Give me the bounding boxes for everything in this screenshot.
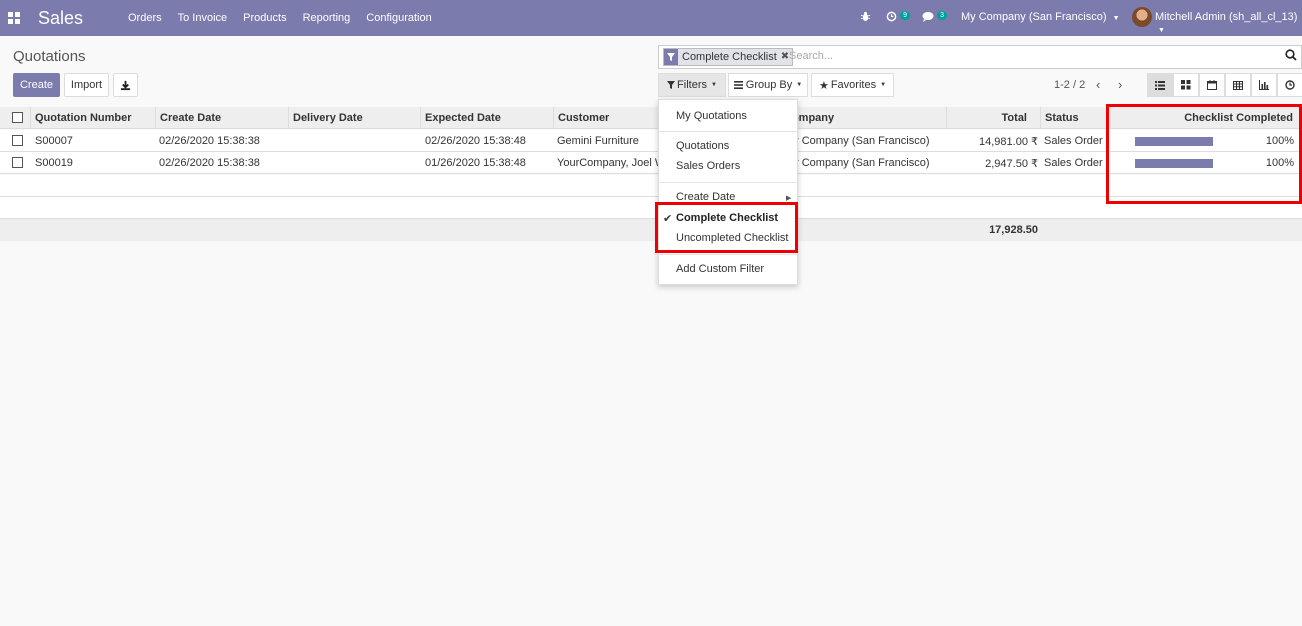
groupby-dropdown-toggle[interactable]: Group By ▼ bbox=[728, 73, 808, 97]
search-box: Complete Checklist ✖ Search... bbox=[658, 45, 1302, 69]
col-total[interactable]: Total bbox=[1002, 112, 1027, 124]
list-view-button[interactable] bbox=[1147, 73, 1173, 97]
cell-expected-date: 02/26/2020 15:38:48 bbox=[425, 135, 526, 147]
filters-label: Filters bbox=[677, 79, 707, 91]
col-expected-date[interactable]: Expected Date bbox=[425, 112, 501, 124]
cell-status: Sales Order bbox=[1044, 157, 1103, 169]
top-navbar: Sales Orders To Invoice Products Reporti… bbox=[0, 0, 1302, 36]
chat-icon bbox=[922, 12, 934, 22]
table-icon bbox=[1233, 80, 1243, 90]
col-create-date[interactable]: Create Date bbox=[160, 112, 221, 124]
caret-down-icon: ▼ bbox=[1112, 15, 1120, 22]
favorites-dropdown-toggle[interactable]: ★ Favorites ▼ bbox=[811, 73, 894, 97]
kanban-icon bbox=[1181, 80, 1191, 90]
col-status[interactable]: Status bbox=[1045, 112, 1079, 124]
cell-status: Sales Order bbox=[1044, 135, 1103, 147]
menu-to-invoice[interactable]: To Invoice bbox=[178, 12, 228, 24]
app-brand[interactable]: Sales bbox=[38, 8, 83, 29]
calendar-icon bbox=[1207, 80, 1217, 90]
col-quotation-number[interactable]: Quotation Number bbox=[35, 112, 132, 124]
calendar-view-button[interactable] bbox=[1199, 73, 1225, 97]
list-icon bbox=[1155, 80, 1165, 90]
bar-chart-icon bbox=[1259, 80, 1269, 90]
caret-down-icon: ▼ bbox=[711, 82, 717, 88]
activity-view-button[interactable] bbox=[1277, 73, 1302, 97]
graph-view-button[interactable] bbox=[1251, 73, 1277, 97]
search-input[interactable]: Search... bbox=[789, 50, 833, 62]
messages-button[interactable]: 3 bbox=[922, 11, 947, 25]
filter-sales-orders[interactable]: Sales Orders bbox=[676, 160, 740, 172]
messages-badge: 3 bbox=[937, 11, 947, 20]
sum-total: 17,928.50 bbox=[989, 224, 1038, 236]
cell-quotation-number: S00019 bbox=[35, 157, 73, 169]
row-checkbox[interactable] bbox=[12, 157, 23, 168]
filters-dropdown-toggle[interactable]: Filters ▼ bbox=[658, 73, 726, 97]
filter-quotations[interactable]: Quotations bbox=[676, 140, 729, 152]
groupby-label: Group By bbox=[745, 79, 793, 91]
cell-create-date: 02/26/2020 15:38:38 bbox=[159, 135, 260, 147]
cell-total: 2,947.50 ₹ bbox=[985, 158, 1038, 170]
bars-icon bbox=[733, 81, 743, 89]
cell-company: My Company (San Francisco) bbox=[784, 135, 930, 147]
filter-add-custom[interactable]: Add Custom Filter bbox=[676, 263, 764, 275]
filters-dropdown-menu: My Quotations Quotations Sales Orders Cr… bbox=[658, 99, 798, 285]
user-name: Mitchell Admin (sh_all_cl_13) bbox=[1155, 11, 1298, 23]
menu-configuration[interactable]: Configuration bbox=[366, 12, 431, 24]
kanban-view-button[interactable] bbox=[1173, 73, 1199, 97]
company-name: My Company (San Francisco) bbox=[961, 11, 1107, 23]
company-switcher[interactable]: My Company (San Francisco) ▼ bbox=[961, 11, 1120, 23]
cell-company: My Company (San Francisco) bbox=[784, 157, 930, 169]
search-icon[interactable] bbox=[1285, 49, 1297, 64]
page-title: Quotations bbox=[13, 48, 86, 65]
download-button[interactable] bbox=[113, 73, 138, 97]
filter-icon bbox=[664, 49, 678, 65]
caret-down-icon: ▼ bbox=[796, 82, 803, 88]
table-footer: 17,928.50 bbox=[0, 219, 1302, 241]
row-checkbox[interactable] bbox=[12, 135, 23, 146]
import-button[interactable]: Import bbox=[64, 73, 109, 97]
cell-total: 14,981.00 ₹ bbox=[979, 136, 1038, 148]
pivot-view-button[interactable] bbox=[1225, 73, 1251, 97]
activity-button[interactable]: 9 bbox=[886, 11, 910, 25]
debug-bug-icon[interactable] bbox=[860, 11, 871, 25]
cell-quotation-number: S00007 bbox=[35, 135, 73, 147]
col-customer[interactable]: Customer bbox=[558, 112, 609, 124]
user-avatar[interactable] bbox=[1132, 7, 1152, 27]
filter-icon bbox=[667, 81, 676, 89]
favorites-label: Favorites bbox=[830, 79, 877, 91]
user-menu[interactable]: Mitchell Admin (sh_all_cl_13) ▼ bbox=[1155, 11, 1302, 35]
create-button[interactable]: Create bbox=[13, 73, 60, 97]
filter-my-quotations[interactable]: My Quotations bbox=[676, 110, 747, 122]
facet-label: Complete Checklist bbox=[682, 51, 777, 63]
cell-customer: Gemini Furniture bbox=[557, 135, 639, 147]
menu-products[interactable]: Products bbox=[243, 12, 286, 24]
caret-down-icon: ▼ bbox=[880, 82, 887, 88]
highlight-box-filters bbox=[655, 202, 798, 253]
col-delivery-date[interactable]: Delivery Date bbox=[293, 112, 363, 124]
download-icon bbox=[120, 80, 131, 90]
cell-create-date: 02/26/2020 15:38:38 bbox=[159, 157, 260, 169]
apps-menu-icon[interactable] bbox=[8, 12, 20, 24]
highlight-box-checklist-column bbox=[1106, 104, 1302, 204]
activity-clock-icon bbox=[886, 11, 897, 22]
menu-reporting[interactable]: Reporting bbox=[303, 12, 351, 24]
activity-badge: 9 bbox=[900, 11, 910, 20]
main-menu: Orders To Invoice Products Reporting Con… bbox=[128, 12, 448, 24]
caret-right-icon: ▶ bbox=[786, 195, 792, 202]
clock-icon bbox=[1285, 80, 1295, 90]
select-all-checkbox[interactable] bbox=[12, 112, 23, 123]
pager-next-icon[interactable]: › bbox=[1118, 77, 1122, 92]
pager-value[interactable]: 1-2 / 2 bbox=[1054, 79, 1085, 91]
search-facet: Complete Checklist ✖ bbox=[663, 48, 794, 66]
pager-previous-icon[interactable]: ‹ bbox=[1096, 77, 1100, 92]
cell-expected-date: 01/26/2020 15:38:48 bbox=[425, 157, 526, 169]
star-icon: ★ bbox=[818, 79, 829, 92]
menu-orders[interactable]: Orders bbox=[128, 12, 162, 24]
caret-down-icon: ▼ bbox=[1158, 27, 1165, 34]
